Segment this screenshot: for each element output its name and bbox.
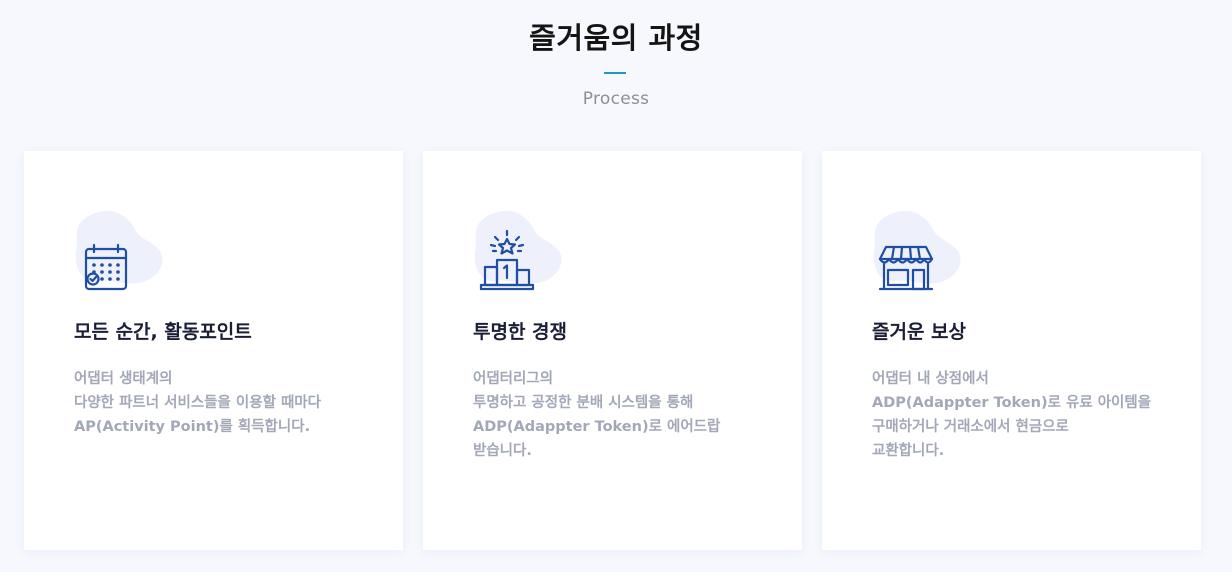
card-desc-line: 어댑터 생태계의 [74,371,173,387]
card-desc-line: 구매하거나 거래소에서 현금으로 [872,419,1069,435]
card-desc-line: 교환합니다. [872,443,945,459]
card-desc-line: 받습니다. [473,443,532,459]
card-desc-line: ADP(Adappter Token)로 에어드랍 [473,419,721,435]
card-title: 투명한 경쟁 [473,321,568,343]
card-desc-line: 어댑터리그의 [473,371,554,387]
card-desc-line: 투명하고 공정한 분배 시스템을 통해 [473,395,694,411]
card-description: 어댑터 생태계의 다양한 파트너 서비스들을 이용할 때마다 AP(Activi… [74,367,374,439]
title-divider [604,72,626,74]
card-desc-line: ADP(Adappter Token)로 유료 아이템을 [872,395,1152,411]
card-desc-line: 어댑터 내 상점에서 [872,371,989,387]
card-title: 즐거운 보상 [872,321,967,343]
process-card-competition: 투명한 경쟁 어댑터리그의 투명하고 공정한 분배 시스템을 통해 ADP(Ad… [423,151,802,550]
section-subtitle: Process [582,89,650,109]
storefront-icon [872,209,968,295]
card-title: 모든 순간, 활동포인트 [74,321,252,343]
card-desc-line: 다양한 파트너 서비스들을 이용할 때마다 [74,395,321,411]
card-description: 어댑터리그의 투명하고 공정한 분배 시스템을 통해 ADP(Adappter … [473,367,773,463]
card-description: 어댑터 내 상점에서 ADP(Adappter Token)로 유료 아이템을 … [872,367,1172,463]
podium-star-icon [473,209,569,295]
process-card-activity-point: 모든 순간, 활동포인트 어댑터 생태계의 다양한 파트너 서비스들을 이용할 … [24,151,403,550]
section-title: 즐거움의 과정 [529,21,703,55]
card-desc-line: AP(Activity Point)를 획득합니다. [74,419,311,435]
calendar-check-icon [74,209,170,295]
process-card-reward: 즐거운 보상 어댑터 내 상점에서 ADP(Adappter Token)로 유… [822,151,1201,550]
